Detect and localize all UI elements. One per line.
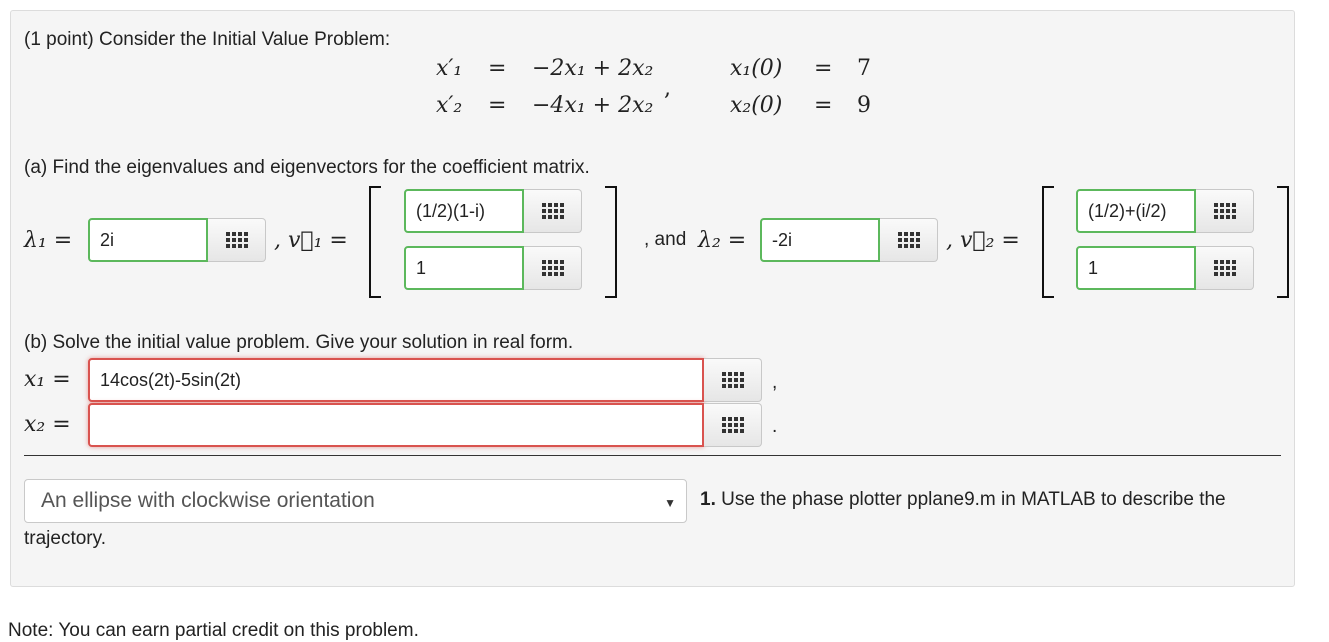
v1-bottom-keyboard-button[interactable] xyxy=(524,246,582,290)
part-b-prompt: (b) Solve the initial value problem. Giv… xyxy=(24,332,574,353)
eq1-rhs: −2x₁ + 2x₂ xyxy=(532,56,654,81)
lambda2-input[interactable]: -2i xyxy=(760,218,880,262)
part-a-prompt: (a) Find the eigenvalues and eigenvector… xyxy=(24,157,590,178)
v2-top-answer: (1/2)+(i/2) xyxy=(1076,189,1254,233)
eq1-lhs: x′₁ xyxy=(436,56,463,81)
keyboard-icon xyxy=(225,232,248,248)
trajectory-question: 1. Use the phase plotter pplane9.m in MA… xyxy=(700,489,1226,511)
trajectory-select[interactable]: An ellipse with clockwise orientation ▼ xyxy=(24,479,687,523)
x2-input[interactable] xyxy=(88,403,704,447)
v1-right-bracket xyxy=(605,186,617,298)
ic2-lhs: x₂(0) xyxy=(730,93,783,118)
keyboard-icon xyxy=(541,260,564,276)
x2-period: . xyxy=(772,416,778,437)
keyboard-icon xyxy=(721,372,744,388)
v2-top-keyboard-button[interactable] xyxy=(1196,189,1254,233)
question-text-continued: trajectory. xyxy=(24,528,107,549)
v1-label: , v⃗₁ = xyxy=(274,228,348,253)
lambda2-label: λ₂ = xyxy=(698,228,747,253)
eq2-lhs: x′₂ xyxy=(436,93,463,118)
keyboard-icon xyxy=(1213,203,1236,219)
x1-input[interactable]: 14cos(2t)-5sin(2t) xyxy=(88,358,704,402)
system-comma: , xyxy=(664,76,671,101)
and-label: , and xyxy=(644,229,687,250)
lambda1-keyboard-button[interactable] xyxy=(208,218,266,262)
question-text: Use the phase plotter pplane9.m in MATLA… xyxy=(721,489,1226,510)
v1-left-bracket xyxy=(369,186,381,298)
v2-right-bracket xyxy=(1277,186,1289,298)
v1-top-keyboard-button[interactable] xyxy=(524,189,582,233)
lambda1-label: λ₁ = xyxy=(24,228,73,253)
v2-bottom-input[interactable]: 1 xyxy=(1076,246,1196,290)
lambda1-answer: 2i xyxy=(88,218,266,262)
divider xyxy=(24,455,1281,456)
v1-top-input[interactable]: (1/2)(1-i) xyxy=(404,189,524,233)
trajectory-selected-value: An ellipse with clockwise orientation xyxy=(41,489,375,512)
x1-answer: 14cos(2t)-5sin(2t) xyxy=(88,358,762,402)
x1-label: x₁ = xyxy=(24,367,71,392)
eq1-equals: = xyxy=(488,56,507,81)
v2-label: , v⃗₂ = xyxy=(946,228,1020,253)
lambda2-keyboard-button[interactable] xyxy=(880,218,938,262)
keyboard-icon xyxy=(897,232,920,248)
footer-note: Note: You can earn partial credit on thi… xyxy=(8,620,419,641)
v1-top-answer: (1/2)(1-i) xyxy=(404,189,582,233)
lambda2-answer: -2i xyxy=(760,218,938,262)
v1-bottom-input[interactable]: 1 xyxy=(404,246,524,290)
ic2-equals: = xyxy=(814,93,833,118)
v1-bottom-answer: 1 xyxy=(404,246,582,290)
x1-comma: , xyxy=(772,372,778,393)
v2-left-bracket xyxy=(1042,186,1054,298)
keyboard-icon xyxy=(541,203,564,219)
x2-answer xyxy=(88,403,762,447)
v2-bottom-answer: 1 xyxy=(1076,246,1254,290)
ic1-rhs: 7 xyxy=(857,56,871,81)
keyboard-icon xyxy=(1213,260,1236,276)
v2-bottom-keyboard-button[interactable] xyxy=(1196,246,1254,290)
v2-top-input[interactable]: (1/2)+(i/2) xyxy=(1076,189,1196,233)
dropdown-arrow-icon: ▼ xyxy=(664,496,676,510)
ic1-equals: = xyxy=(814,56,833,81)
problem-intro: (1 point) Consider the Initial Value Pro… xyxy=(24,29,391,50)
ic1-lhs: x₁(0) xyxy=(730,56,783,81)
x2-label: x₂ = xyxy=(24,412,71,437)
x2-keyboard-button[interactable] xyxy=(704,403,762,447)
question-number: 1. xyxy=(700,489,716,510)
ic2-rhs: 9 xyxy=(857,93,871,118)
keyboard-icon xyxy=(721,417,744,433)
lambda1-input[interactable]: 2i xyxy=(88,218,208,262)
x1-keyboard-button[interactable] xyxy=(704,358,762,402)
eq2-rhs: −4x₁ + 2x₂ xyxy=(532,93,654,118)
eq2-equals: = xyxy=(488,93,507,118)
